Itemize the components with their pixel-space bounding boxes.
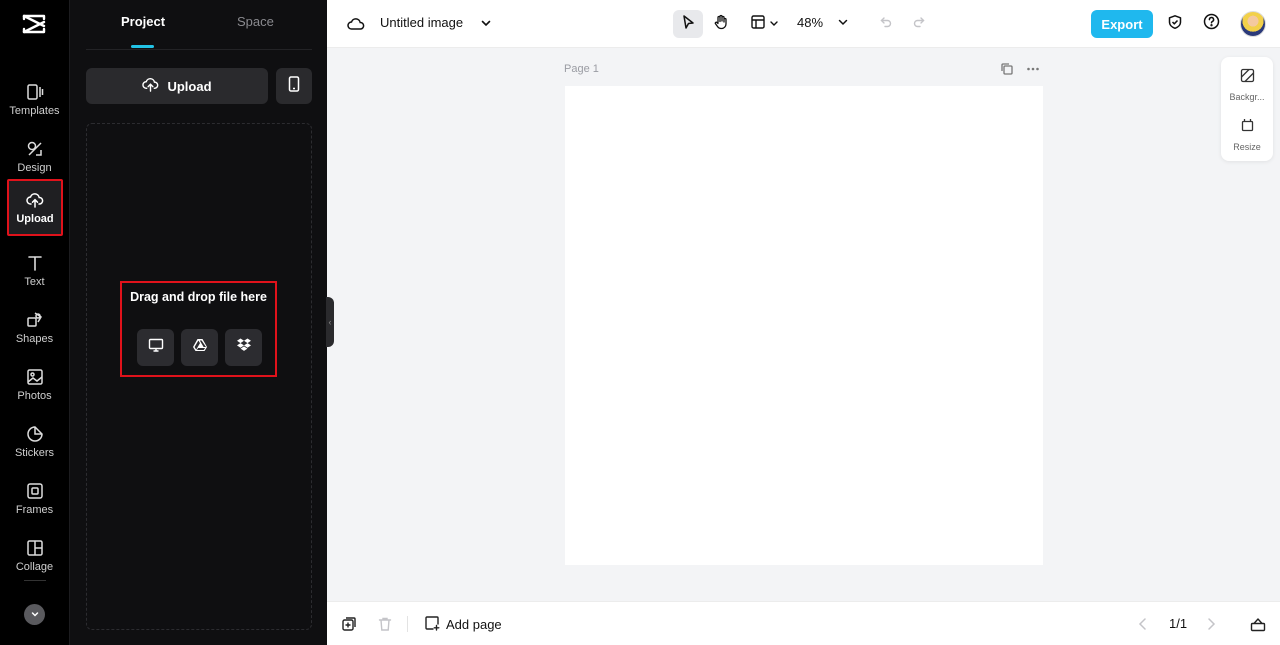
tab-space[interactable]: Space — [237, 14, 274, 29]
collapse-panel-handle[interactable]: ‹ — [326, 297, 334, 347]
layout-icon — [750, 14, 766, 35]
sidebar-item-label: Shapes — [15, 333, 54, 345]
photos-icon — [26, 368, 44, 386]
upload-from-google-drive-button[interactable] — [181, 329, 218, 366]
drop-target-highlight: Drag and drop file here — [120, 281, 277, 377]
upload-panel: Project Space Upload Drag and drop file … — [69, 0, 327, 645]
panel-tabs: Project Space — [86, 0, 312, 50]
add-element-icon[interactable] — [341, 616, 357, 632]
sidebar-item-text[interactable]: Text — [0, 243, 69, 299]
shapes-icon — [26, 311, 44, 329]
sidebar-item-stickers[interactable]: Stickers — [0, 414, 69, 470]
chevron-down-icon — [769, 15, 779, 33]
sidebar-item-shapes[interactable]: Shapes — [0, 300, 69, 356]
page-label: Page 1 — [564, 63, 599, 75]
frames-icon — [26, 482, 44, 500]
upload-from-dropbox-button[interactable] — [225, 329, 262, 366]
add-page-label: Add page — [446, 617, 502, 632]
zoom-level[interactable]: 48% — [797, 15, 823, 30]
sidebar-item-design[interactable]: Design — [0, 129, 69, 185]
shield-icon — [1167, 14, 1183, 35]
computer-icon — [148, 337, 164, 358]
sidebar-item-label: Stickers — [14, 447, 55, 459]
top-toolbar: Untitled image 48% Export — [327, 0, 1280, 48]
avatar[interactable] — [1240, 11, 1266, 37]
sidebar-item-label: Templates — [9, 105, 60, 117]
background-tool-label: Backgr... — [1229, 92, 1265, 102]
upload-button-label: Upload — [167, 78, 212, 94]
undo-button[interactable] — [875, 10, 897, 38]
bottom-divider — [407, 616, 408, 632]
select-tool-button[interactable] — [673, 10, 703, 38]
sidebar-item-label: Collage — [15, 561, 54, 573]
page-counter: 1/1 — [1169, 616, 1188, 631]
app-root: Templates Design Upload Text Shapes Phot… — [0, 0, 1280, 645]
phone-icon — [287, 75, 301, 97]
hand-icon — [713, 14, 729, 35]
tab-project[interactable]: Project — [121, 14, 165, 29]
upload-cloud-icon — [26, 191, 44, 209]
nav-rail: Templates Design Upload Text Shapes Phot… — [0, 0, 69, 645]
sidebar-item-label: Text — [24, 276, 45, 288]
google-drive-icon — [192, 337, 208, 358]
upload-from-phone-button[interactable] — [276, 68, 312, 104]
previous-page-icon[interactable] — [1135, 616, 1151, 632]
resize-tool-label: Resize — [1233, 142, 1261, 152]
sidebar-item-label: Photos — [17, 390, 52, 402]
text-icon — [26, 254, 44, 272]
page-canvas[interactable] — [565, 86, 1043, 565]
chevron-down-icon[interactable] — [479, 16, 493, 30]
dropbox-icon — [236, 337, 252, 358]
shield-button[interactable] — [1164, 10, 1186, 38]
help-button[interactable] — [1200, 10, 1222, 38]
sidebar-item-frames[interactable]: Frames — [0, 471, 69, 527]
chevron-left-icon: ‹ — [328, 317, 332, 327]
sidebar-item-label: Upload — [16, 212, 54, 225]
resize-icon — [1240, 118, 1255, 138]
stickers-icon — [26, 425, 44, 443]
sidebar-item-upload[interactable]: Upload — [7, 179, 63, 236]
sidebar-item-collage[interactable]: Collage — [0, 528, 69, 584]
background-tool-button[interactable]: Backgr... — [1221, 61, 1273, 109]
sidebar-item-photos[interactable]: Photos — [0, 357, 69, 413]
bottom-toolbar: Add page 1/1 — [327, 601, 1280, 645]
collage-icon — [26, 539, 44, 557]
sidebar-item-label: Frames — [15, 504, 54, 516]
rail-more-button[interactable] — [24, 604, 45, 625]
duplicate-page-icon[interactable] — [1000, 62, 1014, 76]
redo-icon — [912, 15, 926, 34]
cloud-sync-icon[interactable] — [347, 15, 365, 33]
capcut-logo-icon[interactable] — [20, 10, 48, 38]
hand-tool-button[interactable] — [706, 10, 736, 38]
upload-cloud-icon — [142, 76, 159, 96]
delete-page-icon[interactable] — [377, 616, 393, 632]
right-tool-panel: Backgr... Resize — [1221, 57, 1273, 161]
chevron-down-icon — [30, 606, 40, 624]
undo-icon — [879, 15, 893, 34]
page-manager-icon[interactable] — [1250, 616, 1266, 632]
active-tab-indicator — [131, 45, 154, 48]
add-page-button[interactable]: Add page — [424, 615, 502, 634]
layout-menu-button[interactable] — [745, 10, 783, 38]
templates-icon — [26, 83, 44, 101]
help-icon — [1203, 13, 1220, 35]
sidebar-item-templates[interactable]: Templates — [0, 72, 69, 128]
pointer-icon — [680, 14, 696, 35]
resize-tool-button[interactable]: Resize — [1221, 111, 1273, 159]
upload-from-computer-button[interactable] — [137, 329, 174, 366]
next-page-icon[interactable] — [1203, 616, 1219, 632]
design-icon — [26, 140, 44, 158]
chevron-down-icon — [837, 15, 849, 33]
zoom-dropdown-button[interactable] — [833, 10, 853, 38]
export-button[interactable]: Export — [1091, 10, 1153, 38]
document-title[interactable]: Untitled image — [380, 15, 463, 30]
add-page-icon — [424, 615, 440, 634]
more-options-icon[interactable] — [1026, 62, 1040, 76]
redo-button[interactable] — [908, 10, 930, 38]
drop-zone-text: Drag and drop file here — [130, 290, 267, 304]
background-icon — [1240, 68, 1255, 88]
sidebar-item-label: Design — [17, 162, 52, 174]
rail-divider — [24, 580, 46, 581]
upload-button[interactable]: Upload — [86, 68, 268, 104]
